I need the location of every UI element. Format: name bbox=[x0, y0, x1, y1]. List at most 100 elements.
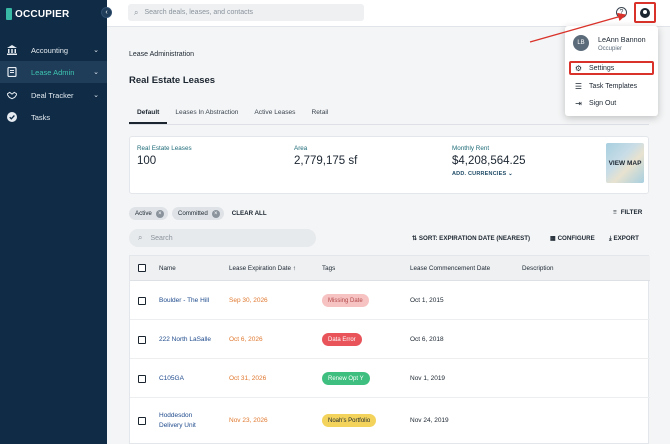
table-search-input[interactable]: ⌕ Search bbox=[129, 229, 316, 247]
expiration-date: Sep 30, 2026 bbox=[229, 297, 268, 304]
lease-name-link[interactable]: Hoddesdon Delivery Unit bbox=[159, 411, 215, 431]
column-header-commencement[interactable]: Lease Commencement Date bbox=[410, 265, 490, 272]
commencement-date: Oct 1, 2015 bbox=[410, 297, 444, 304]
stat-value: $4,208,564.25 bbox=[452, 155, 526, 167]
tag-badge: Data Error bbox=[322, 333, 362, 346]
tabs-divider bbox=[129, 124, 649, 125]
sidebar: OCCUPIER Accounting ⌄ Lease Admin ⌄ Deal… bbox=[0, 0, 107, 444]
page-title: Real Estate Leases bbox=[129, 75, 216, 86]
tab-leases-in-abstraction[interactable]: Leases In Abstraction bbox=[167, 105, 246, 124]
sort-label: SORT: EXPIRATION DATE (NEAREST) bbox=[418, 235, 531, 242]
bank-icon bbox=[7, 45, 17, 55]
collapse-sidebar-button[interactable]: ‹ bbox=[101, 7, 112, 18]
menu-item-label: Task Templates bbox=[589, 82, 638, 90]
chevron-down-icon: ⌄ bbox=[93, 69, 99, 76]
user-menu-button[interactable] bbox=[634, 2, 656, 23]
columns-icon: ▦ bbox=[550, 235, 558, 242]
tag-badge: Renew Opt Y bbox=[322, 372, 370, 385]
handshake-icon bbox=[7, 90, 17, 100]
sidebar-item-accounting[interactable]: Accounting ⌄ bbox=[0, 39, 107, 61]
lease-name-link[interactable]: C105GA bbox=[159, 375, 184, 382]
sidebar-item-tasks[interactable]: Tasks bbox=[0, 106, 107, 128]
stat-rent: Monthly Rent $4,208,564.25 ADD. CURRENCI… bbox=[452, 145, 526, 177]
user-company: Occupier bbox=[598, 46, 623, 52]
export-button[interactable]: ⤓ EXPORT bbox=[609, 235, 639, 243]
expiration-date: Nov 23, 2026 bbox=[229, 417, 268, 424]
stat-value: 2,779,175 sf bbox=[294, 155, 358, 167]
commencement-date: Oct 6, 2018 bbox=[410, 336, 444, 343]
search-icon: ⌕ bbox=[134, 7, 139, 17]
filter-chip-active[interactable]: Active × bbox=[129, 207, 168, 220]
row-checkbox[interactable] bbox=[138, 336, 146, 344]
tabs: Default Leases In Abstraction Active Lea… bbox=[129, 105, 336, 124]
topbar: ⌕ Search deals, leases, and contacts ? bbox=[107, 0, 670, 27]
gear-icon: ⚙ bbox=[574, 63, 583, 73]
configure-label: CONFIGURE bbox=[557, 235, 595, 242]
column-header-name[interactable]: Name bbox=[159, 265, 176, 272]
row-checkbox[interactable] bbox=[138, 297, 146, 305]
list-icon: ☰ bbox=[574, 81, 583, 91]
menu-item-sign-out[interactable]: ⇥ Sign Out bbox=[569, 96, 654, 110]
table-row[interactable]: 222 North LaSalle Oct 6, 2026 Data Error… bbox=[130, 320, 650, 359]
row-checkbox[interactable] bbox=[138, 417, 146, 425]
add-currencies-link[interactable]: ADD. CURRENCIES ⌄ bbox=[452, 171, 526, 177]
tab-active-leases[interactable]: Active Leases bbox=[246, 105, 303, 124]
check-circle-icon bbox=[7, 112, 17, 122]
global-search-placeholder: Search deals, leases, and contacts bbox=[144, 9, 254, 16]
search-icon: ⌕ bbox=[138, 233, 143, 242]
select-all-checkbox[interactable] bbox=[138, 264, 146, 272]
filter-chip-committed[interactable]: Committed × bbox=[171, 207, 224, 220]
sidebar-item-deal-tracker[interactable]: Deal Tracker ⌄ bbox=[0, 84, 107, 106]
add-currencies-label: ADD. CURRENCIES bbox=[452, 171, 507, 177]
close-icon[interactable]: × bbox=[155, 209, 164, 218]
column-header-tags[interactable]: Tags bbox=[322, 265, 335, 272]
column-header-description[interactable]: Description bbox=[522, 265, 554, 272]
chip-label: Active bbox=[135, 210, 152, 217]
stat-leases: Real Estate Leases 100 bbox=[137, 145, 192, 167]
table-row[interactable]: Hoddesdon Delivery Unit Nov 23, 2026 Noa… bbox=[130, 398, 650, 444]
table-header: Name Lease Expiration Date ↑ Tags Lease … bbox=[130, 256, 650, 281]
clear-all-button[interactable]: CLEAR ALL bbox=[232, 210, 267, 217]
tab-retail[interactable]: Retail bbox=[303, 105, 336, 124]
logo[interactable]: OCCUPIER bbox=[6, 8, 69, 20]
global-search-input[interactable]: ⌕ Search deals, leases, and contacts bbox=[128, 4, 364, 21]
expiration-date: Oct 31, 2026 bbox=[229, 375, 267, 382]
sign-out-icon: ⇥ bbox=[575, 98, 582, 108]
configure-button[interactable]: ▦ CONFIGURE bbox=[550, 235, 595, 242]
chip-label: Committed bbox=[177, 210, 208, 217]
filter-icon: ≡ bbox=[613, 209, 617, 216]
commencement-date: Nov 1, 2019 bbox=[410, 375, 446, 382]
table-row[interactable]: C105GA Oct 31, 2026 Renew Opt Y Nov 1, 2… bbox=[130, 359, 650, 398]
chevron-left-icon: ‹ bbox=[105, 9, 108, 16]
tab-default[interactable]: Default bbox=[129, 105, 168, 124]
sidebar-item-lease-admin[interactable]: Lease Admin ⌄ bbox=[0, 61, 107, 83]
stat-area: Area 2,779,175 sf bbox=[294, 145, 357, 167]
commencement-date: Nov 24, 2019 bbox=[410, 417, 449, 424]
breadcrumb[interactable]: Lease Administration bbox=[129, 51, 194, 58]
lease-name-link[interactable]: Boulder - The Hill bbox=[159, 297, 209, 304]
filter-button[interactable]: ≡ FILTER bbox=[613, 209, 642, 216]
leases-table: Name Lease Expiration Date ↑ Tags Lease … bbox=[129, 255, 650, 444]
logo-text: OCCUPIER bbox=[15, 8, 70, 20]
close-icon[interactable]: × bbox=[211, 209, 220, 218]
menu-item-settings[interactable]: ⚙ Settings bbox=[569, 61, 654, 75]
sort-button[interactable]: ⇅ SORT: EXPIRATION DATE (NEAREST) bbox=[412, 235, 530, 242]
tag-badge: Missing Date bbox=[322, 294, 369, 307]
column-header-expiration[interactable]: Lease Expiration Date ↑ bbox=[229, 265, 296, 272]
expiration-date: Oct 6, 2026 bbox=[229, 336, 263, 343]
stat-label: Area bbox=[294, 145, 308, 152]
table-search-placeholder: Search bbox=[150, 234, 173, 242]
chevron-down-icon: ⌄ bbox=[93, 92, 99, 99]
sidebar-item-label: Lease Admin bbox=[31, 67, 75, 77]
export-label: EXPORT bbox=[613, 235, 639, 242]
chevron-down-icon: ⌄ bbox=[93, 47, 99, 54]
lease-name-link[interactable]: 222 North LaSalle bbox=[159, 336, 211, 343]
view-map-button[interactable]: VIEW MAP bbox=[606, 143, 644, 183]
help-icon[interactable]: ? bbox=[616, 7, 627, 18]
filter-label: FILTER bbox=[620, 209, 643, 216]
menu-item-task-templates[interactable]: ☰ Task Templates bbox=[569, 79, 654, 93]
table-row[interactable]: Boulder - The Hill Sep 30, 2026 Missing … bbox=[130, 281, 650, 320]
document-icon bbox=[7, 67, 17, 77]
stats-card: Real Estate Leases 100 Area 2,779,175 sf… bbox=[129, 136, 649, 194]
row-checkbox[interactable] bbox=[138, 375, 146, 383]
